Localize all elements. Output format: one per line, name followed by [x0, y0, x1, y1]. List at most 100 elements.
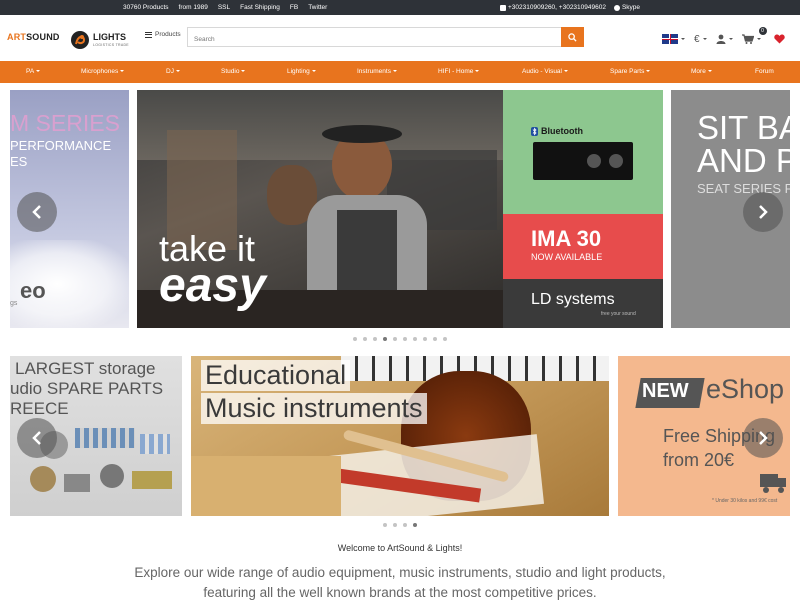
- intro-text: Explore our wide range of audio equipmen…: [0, 563, 800, 603]
- search-button[interactable]: [561, 27, 584, 47]
- shipping-note: * Under 30 kilos and 99€ cost: [712, 498, 778, 504]
- chevron-down-icon: [120, 70, 125, 73]
- slider1-dot-10[interactable]: [443, 337, 447, 341]
- cart-icon: [741, 34, 754, 44]
- phone-contact[interactable]: +302310909260, +302310949602: [500, 4, 606, 11]
- slider2-pagination: [383, 523, 417, 527]
- products-count: 30760 Products: [123, 4, 169, 11]
- logo-text-lights: LIGHTS: [93, 32, 126, 42]
- facebook-link[interactable]: FB: [290, 4, 298, 11]
- chevron-down-icon: [311, 70, 316, 73]
- slider1-dot-3[interactable]: [373, 337, 377, 341]
- banner-main-line2: easy: [159, 259, 266, 312]
- nav-item-spare-parts[interactable]: Spare Parts: [610, 61, 651, 83]
- chevron-left-icon: [32, 205, 41, 219]
- slider1-dot-4[interactable]: [383, 337, 387, 341]
- banner-left-brand: eo: [20, 278, 46, 303]
- nav-item-studio[interactable]: Studio: [221, 61, 246, 83]
- skype-label: Skype: [621, 4, 641, 11]
- nav-item-forum[interactable]: Forum: [755, 61, 774, 83]
- chevron-down-icon: [707, 70, 712, 73]
- ld-panel-product[interactable]: Bluetooth: [503, 90, 663, 214]
- slider2-next-button[interactable]: [743, 418, 783, 458]
- eshop-label: eShop: [706, 374, 785, 404]
- account-menu[interactable]: [716, 34, 733, 44]
- slider2-dot-2[interactable]: [393, 523, 397, 527]
- nav-item-pa[interactable]: PA: [26, 61, 41, 83]
- chevron-down-icon: [728, 38, 733, 40]
- slider1-dot-2[interactable]: [363, 337, 367, 341]
- top-info-bar: 30760 Products from 1989 SSL Fast Shippi…: [0, 0, 800, 15]
- nav-item-dj[interactable]: DJ: [166, 61, 180, 83]
- site-logo[interactable]: ARTSOUND LIGHTS LOGISTICS TRADE: [7, 29, 129, 51]
- slider2-dot-1[interactable]: [383, 523, 387, 527]
- slider2-dot-4[interactable]: [413, 523, 417, 527]
- banner-left-sub: PERFORMANCE: [10, 138, 112, 153]
- banner-spare-line2: udio SPARE PARTS: [10, 379, 164, 398]
- banner-spare-line3: REECE: [10, 399, 69, 418]
- chevron-down-icon: [475, 70, 480, 73]
- ld-panel-ima30[interactable]: IMA 30 NOW AVAILABLE: [503, 214, 663, 279]
- since-year: from 1989: [178, 4, 208, 11]
- nav-item-more[interactable]: More: [691, 61, 712, 83]
- fast-shipping-label: Fast Shipping: [240, 4, 280, 11]
- wishlist-button[interactable]: [773, 34, 785, 44]
- chevron-down-icon: [564, 70, 568, 73]
- new-label: NEW: [642, 380, 689, 402]
- products-menu-button[interactable]: Products: [145, 31, 181, 38]
- search-input[interactable]: [188, 30, 558, 49]
- banner-left-title: M SERIES: [10, 110, 120, 136]
- logo-mark-icon: [71, 31, 89, 49]
- chevron-down-icon: [702, 38, 707, 40]
- logo-tagline: LOGISTICS TRADE: [93, 43, 129, 47]
- nav-item-hifi-home[interactable]: HIFI - Home: [438, 61, 480, 83]
- ima-title: IMA 30: [531, 226, 602, 251]
- top-info-right: +302310909260, +302310949602 Skype: [500, 0, 640, 15]
- phone-icon: [500, 4, 506, 11]
- slider1-dot-7[interactable]: [413, 337, 417, 341]
- nav-item-audio-visual[interactable]: Audio - Visual: [522, 61, 568, 83]
- search-icon: [568, 32, 577, 42]
- banner-left-sub2: ES: [10, 154, 28, 169]
- slider1-dot-1[interactable]: [353, 337, 357, 341]
- slider1-dot-8[interactable]: [423, 337, 427, 341]
- search-bar: [187, 27, 584, 49]
- bluetooth-icon: [531, 126, 538, 136]
- chevron-down-icon: [392, 70, 397, 73]
- heart-icon: [773, 34, 785, 44]
- banner-edu-line1: Educational: [201, 360, 351, 391]
- ld-panel-brand[interactable]: LD systems free your sound: [503, 279, 663, 328]
- slider1-dot-9[interactable]: [433, 337, 437, 341]
- welcome-heading: Welcome to ArtSound & Lights!: [337, 543, 463, 553]
- amplifier-graphic: [533, 142, 633, 180]
- ld-tagline: free your sound: [601, 311, 636, 317]
- slider1-banner-main[interactable]: take it easy: [137, 90, 503, 328]
- slider2-dot-3[interactable]: [403, 523, 407, 527]
- nav-item-microphones[interactable]: Microphones: [81, 61, 125, 83]
- language-selector[interactable]: [662, 34, 685, 44]
- slider2-prev-button[interactable]: [17, 418, 57, 458]
- slider1-prev-button[interactable]: [17, 192, 57, 232]
- chevron-down-icon: [646, 70, 651, 73]
- chevron-down-icon: [241, 70, 246, 73]
- from-price-label: from 20€: [663, 450, 735, 470]
- banner-spare-line1: LARGEST storage: [15, 359, 156, 378]
- slider1-dot-6[interactable]: [403, 337, 407, 341]
- banner-right-line1: SIT BA: [697, 109, 790, 146]
- cart-button[interactable]: 0: [741, 27, 767, 44]
- slider1-pagination: [353, 337, 447, 341]
- currency-selector[interactable]: €: [694, 34, 707, 45]
- slider1-dot-5[interactable]: [393, 337, 397, 341]
- cart-count-badge: 0: [758, 27, 767, 35]
- nav-item-lighting[interactable]: Lighting: [287, 61, 316, 83]
- nav-item-instruments[interactable]: Instruments: [357, 61, 397, 83]
- skype-contact[interactable]: Skype: [613, 4, 641, 11]
- ima-subtitle: NOW AVAILABLE: [531, 252, 603, 262]
- slider1-next-button[interactable]: [743, 192, 783, 232]
- slider2-banner-main[interactable]: Educational Music instruments: [191, 356, 609, 516]
- logo-text: ARTSOUND: [7, 32, 60, 42]
- xylophone-graphic: [191, 456, 341, 516]
- twitter-link[interactable]: Twitter: [308, 4, 327, 11]
- site-header: ARTSOUND LIGHTS LOGISTICS TRADE Products…: [0, 15, 800, 61]
- hamburger-icon: [145, 31, 152, 38]
